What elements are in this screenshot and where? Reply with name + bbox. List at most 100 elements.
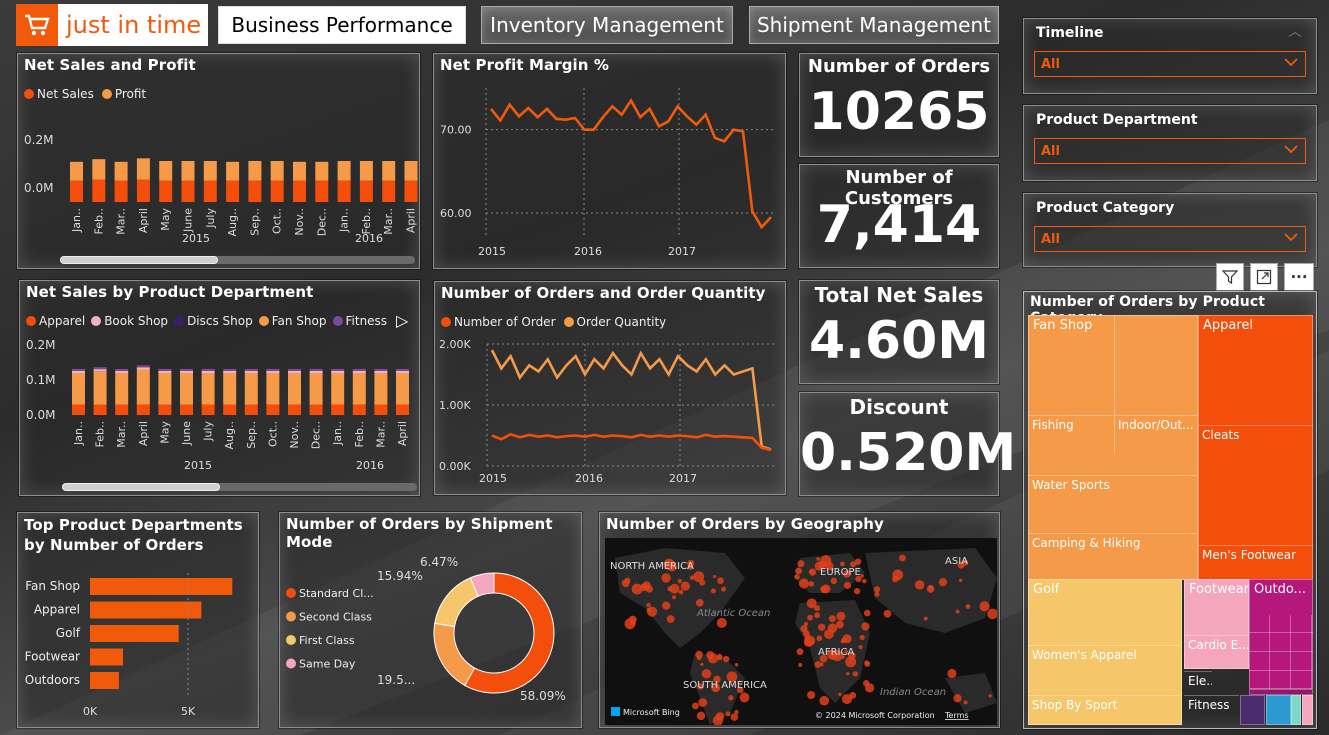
book-shop-bar [115, 370, 129, 373]
department-bar [90, 648, 123, 666]
order-location-dot [892, 569, 904, 581]
treemap-cell[interactable]: Camping & Hiking [1028, 533, 1198, 576]
order-location-dot [814, 612, 821, 619]
sales-by-department-title: Net Sales by Product Department [26, 283, 314, 301]
profit-bar [226, 161, 240, 181]
treemap-cell[interactable]: Apparel [1198, 315, 1313, 580]
treemap-cell[interactable]: Cardio E... [1184, 635, 1249, 669]
order-location-dot [700, 662, 704, 667]
shipment-mode-panel[interactable]: Number of Orders by Shipment Mode Standa… [279, 512, 582, 728]
fitness-bar [374, 368, 388, 371]
treemap-cell[interactable]: Water Sports [1028, 475, 1198, 520]
filter-button[interactable] [1216, 263, 1244, 291]
treemap-cell[interactable]: Indoor/Out... [1114, 415, 1198, 453]
more-options-button[interactable]: ··· [1284, 263, 1314, 291]
order-location-dot [883, 609, 892, 618]
order-location-dot [647, 606, 658, 617]
top-departments-panel[interactable]: Top Product Departments by Number of Ord… [17, 512, 259, 728]
treemap-cell[interactable]: Men's Footwear [1198, 545, 1313, 576]
book-shop-bar [72, 370, 85, 373]
kpi-orders-title: Number of Orders [807, 56, 991, 77]
shipment-mode-chart: Standard Cl... Second Class First Class Sam… [286, 555, 566, 703]
fitness-bar [115, 368, 129, 371]
order-location-dot [817, 623, 826, 631]
order-location-dot [693, 571, 705, 583]
order-location-dot [914, 580, 925, 590]
legend-book-shop: Book Shop [104, 314, 169, 328]
tab-shipment-management[interactable]: Shipment Management [749, 6, 999, 44]
product-category-dropdown-value: All [1041, 231, 1060, 247]
scrollbar-thumb[interactable] [60, 256, 218, 264]
order-location-dot [621, 579, 630, 588]
legend-next-arrow-icon[interactable]: ▷ [396, 311, 408, 330]
net-profit-margin-title: Net Profit Margin % [440, 56, 610, 74]
horizontal-scrollbar[interactable] [60, 256, 415, 264]
tab-inventory-management[interactable]: Inventory Management [481, 6, 733, 44]
product-category-dropdown[interactable]: All [1034, 226, 1306, 252]
sales-by-department-panel[interactable]: Net Sales by Product Department Apparel … [19, 280, 420, 496]
order-location-dot [698, 698, 708, 707]
fitness-bar [223, 368, 237, 371]
profit-bar [270, 160, 284, 181]
profit-bar [92, 159, 106, 180]
product-category-slicer[interactable]: Product Category All [1023, 193, 1317, 267]
kpi-orders-value: 10265 [808, 82, 990, 142]
book-shop-bar [158, 370, 172, 373]
x-tick-label: 2015 [479, 472, 507, 485]
map-label-south-america: SOUTH AMERICA [683, 680, 767, 691]
treemap-cell[interactable]: Shop By Sport [1028, 695, 1182, 725]
orders-quantity-chart: 2.00K 1.00K 0.00K 2015 2016 2017 [439, 338, 777, 485]
x-tick-label: 2015 [478, 245, 506, 258]
order-location-dot [958, 578, 963, 583]
kpi-net-sales-value: 4.60M [808, 311, 990, 371]
kpi-discount-title: Discount [849, 395, 949, 419]
map-terms-link[interactable]: Terms [944, 711, 969, 720]
treemap-cell[interactable]: Ele... [1184, 671, 1212, 693]
apparel-bar [223, 404, 237, 415]
profit-bar [203, 160, 217, 181]
treemap-cell[interactable]: Fitness [1184, 695, 1239, 725]
timeline-slicer[interactable]: Timeline ︿ All [1023, 18, 1317, 94]
net-sales-bar [293, 180, 306, 202]
treemap-panel[interactable]: Number of Orders by Product Category Fan… [1023, 291, 1317, 729]
product-department-slicer[interactable]: Product Department All [1023, 105, 1317, 181]
profit-bar [404, 160, 418, 181]
treemap-cell[interactable]: Fishing [1028, 415, 1113, 453]
net-sales-profit-panel[interactable]: Net Sales and Profit Net Sales Profit 0.… [17, 53, 420, 269]
scrollbar-thumb[interactable] [62, 483, 220, 491]
world-map[interactable]: NORTH AMERICA EUROPE ASIA Atlantic Ocean… [605, 538, 997, 725]
order-location-dot [696, 711, 706, 721]
logo-text: just in time [66, 11, 202, 39]
order-location-dot [955, 609, 960, 614]
order-location-dot [843, 581, 852, 589]
number-of-order-line [491, 432, 772, 452]
y-tick-label: 60.00 [440, 207, 472, 220]
geography-map-panel[interactable]: Number of Orders by Geography NORTH AMER… [599, 512, 1000, 728]
product-department-dropdown[interactable]: All [1034, 138, 1306, 164]
fan-shop-bar [201, 373, 215, 405]
treemap-small-cell[interactable] [1240, 695, 1265, 725]
kpi-discount-card: Discount 0.520M [799, 392, 1016, 496]
first-class-slice [434, 577, 479, 628]
treemap-cell[interactable]: Cleats [1198, 425, 1313, 445]
net-sales-bar [270, 180, 284, 202]
order-location-dot [987, 608, 997, 620]
treemap-small-cell[interactable] [1249, 689, 1313, 695]
treemap-small-cell[interactable] [1291, 695, 1301, 725]
net-sales-profit-title: Net Sales and Profit [24, 56, 196, 74]
x-tick-label: Oct.. [266, 421, 279, 447]
orders-quantity-panel[interactable]: Number of Orders and Order Quantity Numb… [434, 281, 786, 495]
tab-business-performance[interactable]: Business Performance [218, 6, 466, 44]
geography-map-title: Number of Orders by Geography [606, 515, 884, 533]
net-profit-margin-panel[interactable]: Net Profit Margin % 70.00 60.00 2015 2016 20… [433, 53, 786, 269]
treemap-small-cell[interactable] [1302, 695, 1313, 725]
treemap-cell[interactable]: Women's Apparel [1028, 645, 1182, 685]
horizontal-scrollbar[interactable] [62, 483, 417, 491]
timeline-dropdown[interactable]: All [1034, 51, 1306, 77]
profit-bar [359, 160, 373, 181]
focus-mode-button[interactable] [1250, 263, 1278, 291]
collapse-chevron-icon[interactable]: ︿ [1288, 21, 1302, 41]
x-tick-label: Jan.. [70, 208, 83, 233]
fitness-bar [93, 367, 107, 370]
treemap-small-cell[interactable] [1266, 695, 1291, 725]
